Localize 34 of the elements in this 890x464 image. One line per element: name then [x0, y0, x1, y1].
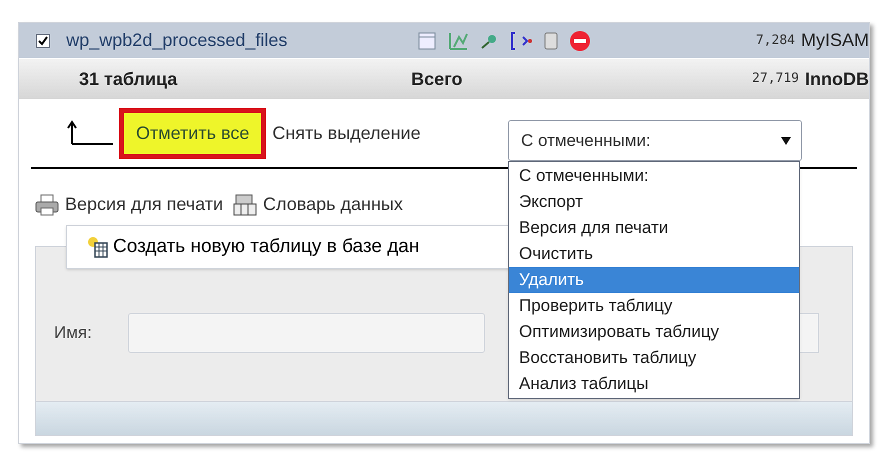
dropdown-option[interactable]: С отмеченными:: [509, 163, 799, 189]
empty-icon[interactable]: [542, 30, 559, 50]
arrow-icon: [67, 120, 113, 146]
insert-icon[interactable]: [510, 30, 533, 50]
with-selected-dropdown[interactable]: С отмеченными:: [508, 120, 802, 161]
table-name-link[interactable]: wp_wpb2d_processed_files: [66, 27, 411, 54]
dropdown-option[interactable]: Проверить таблицу: [509, 293, 799, 319]
printer-icon: [35, 194, 59, 216]
uncheck-all-link[interactable]: Снять выделение: [272, 120, 421, 146]
table-total-text: 31 таблица: [79, 68, 178, 91]
print-link[interactable]: Версия для печати: [65, 191, 224, 218]
row-count: 7,284: [754, 32, 795, 50]
dropdown-option[interactable]: Восстановить таблицу: [509, 345, 799, 371]
dropdown-option[interactable]: Версия для печати: [509, 215, 799, 241]
check-all-link[interactable]: Отметить все: [136, 122, 250, 142]
engine-text: MyISAM: [800, 29, 869, 52]
total-label: Всего: [411, 68, 464, 90]
name-input[interactable]: [128, 313, 485, 353]
dictionary-icon: [233, 194, 258, 216]
row-checkbox[interactable]: [36, 34, 50, 48]
dropdown-option[interactable]: Анализ таблицы: [509, 371, 799, 397]
data-dictionary-link[interactable]: Словарь данных: [263, 191, 403, 218]
dropdown-arrow-icon: [781, 136, 791, 144]
create-table-legend: Создать новую таблицу в базе дан: [113, 232, 420, 262]
drop-icon[interactable]: [568, 30, 591, 52]
dropdown-option[interactable]: Оптимизировать таблицу: [509, 319, 799, 345]
browse-icon[interactable]: [416, 30, 437, 50]
dropdown-option[interactable]: Очистить: [509, 241, 799, 267]
dropdown-option[interactable]: Удалить: [509, 267, 799, 293]
engine-text: InnoDB: [805, 68, 869, 90]
new-table-icon: [87, 236, 109, 258]
dropdown-option[interactable]: Экспорт: [509, 189, 799, 215]
row-count: 27,719: [751, 70, 800, 88]
name-label: Имя:: [54, 322, 93, 344]
